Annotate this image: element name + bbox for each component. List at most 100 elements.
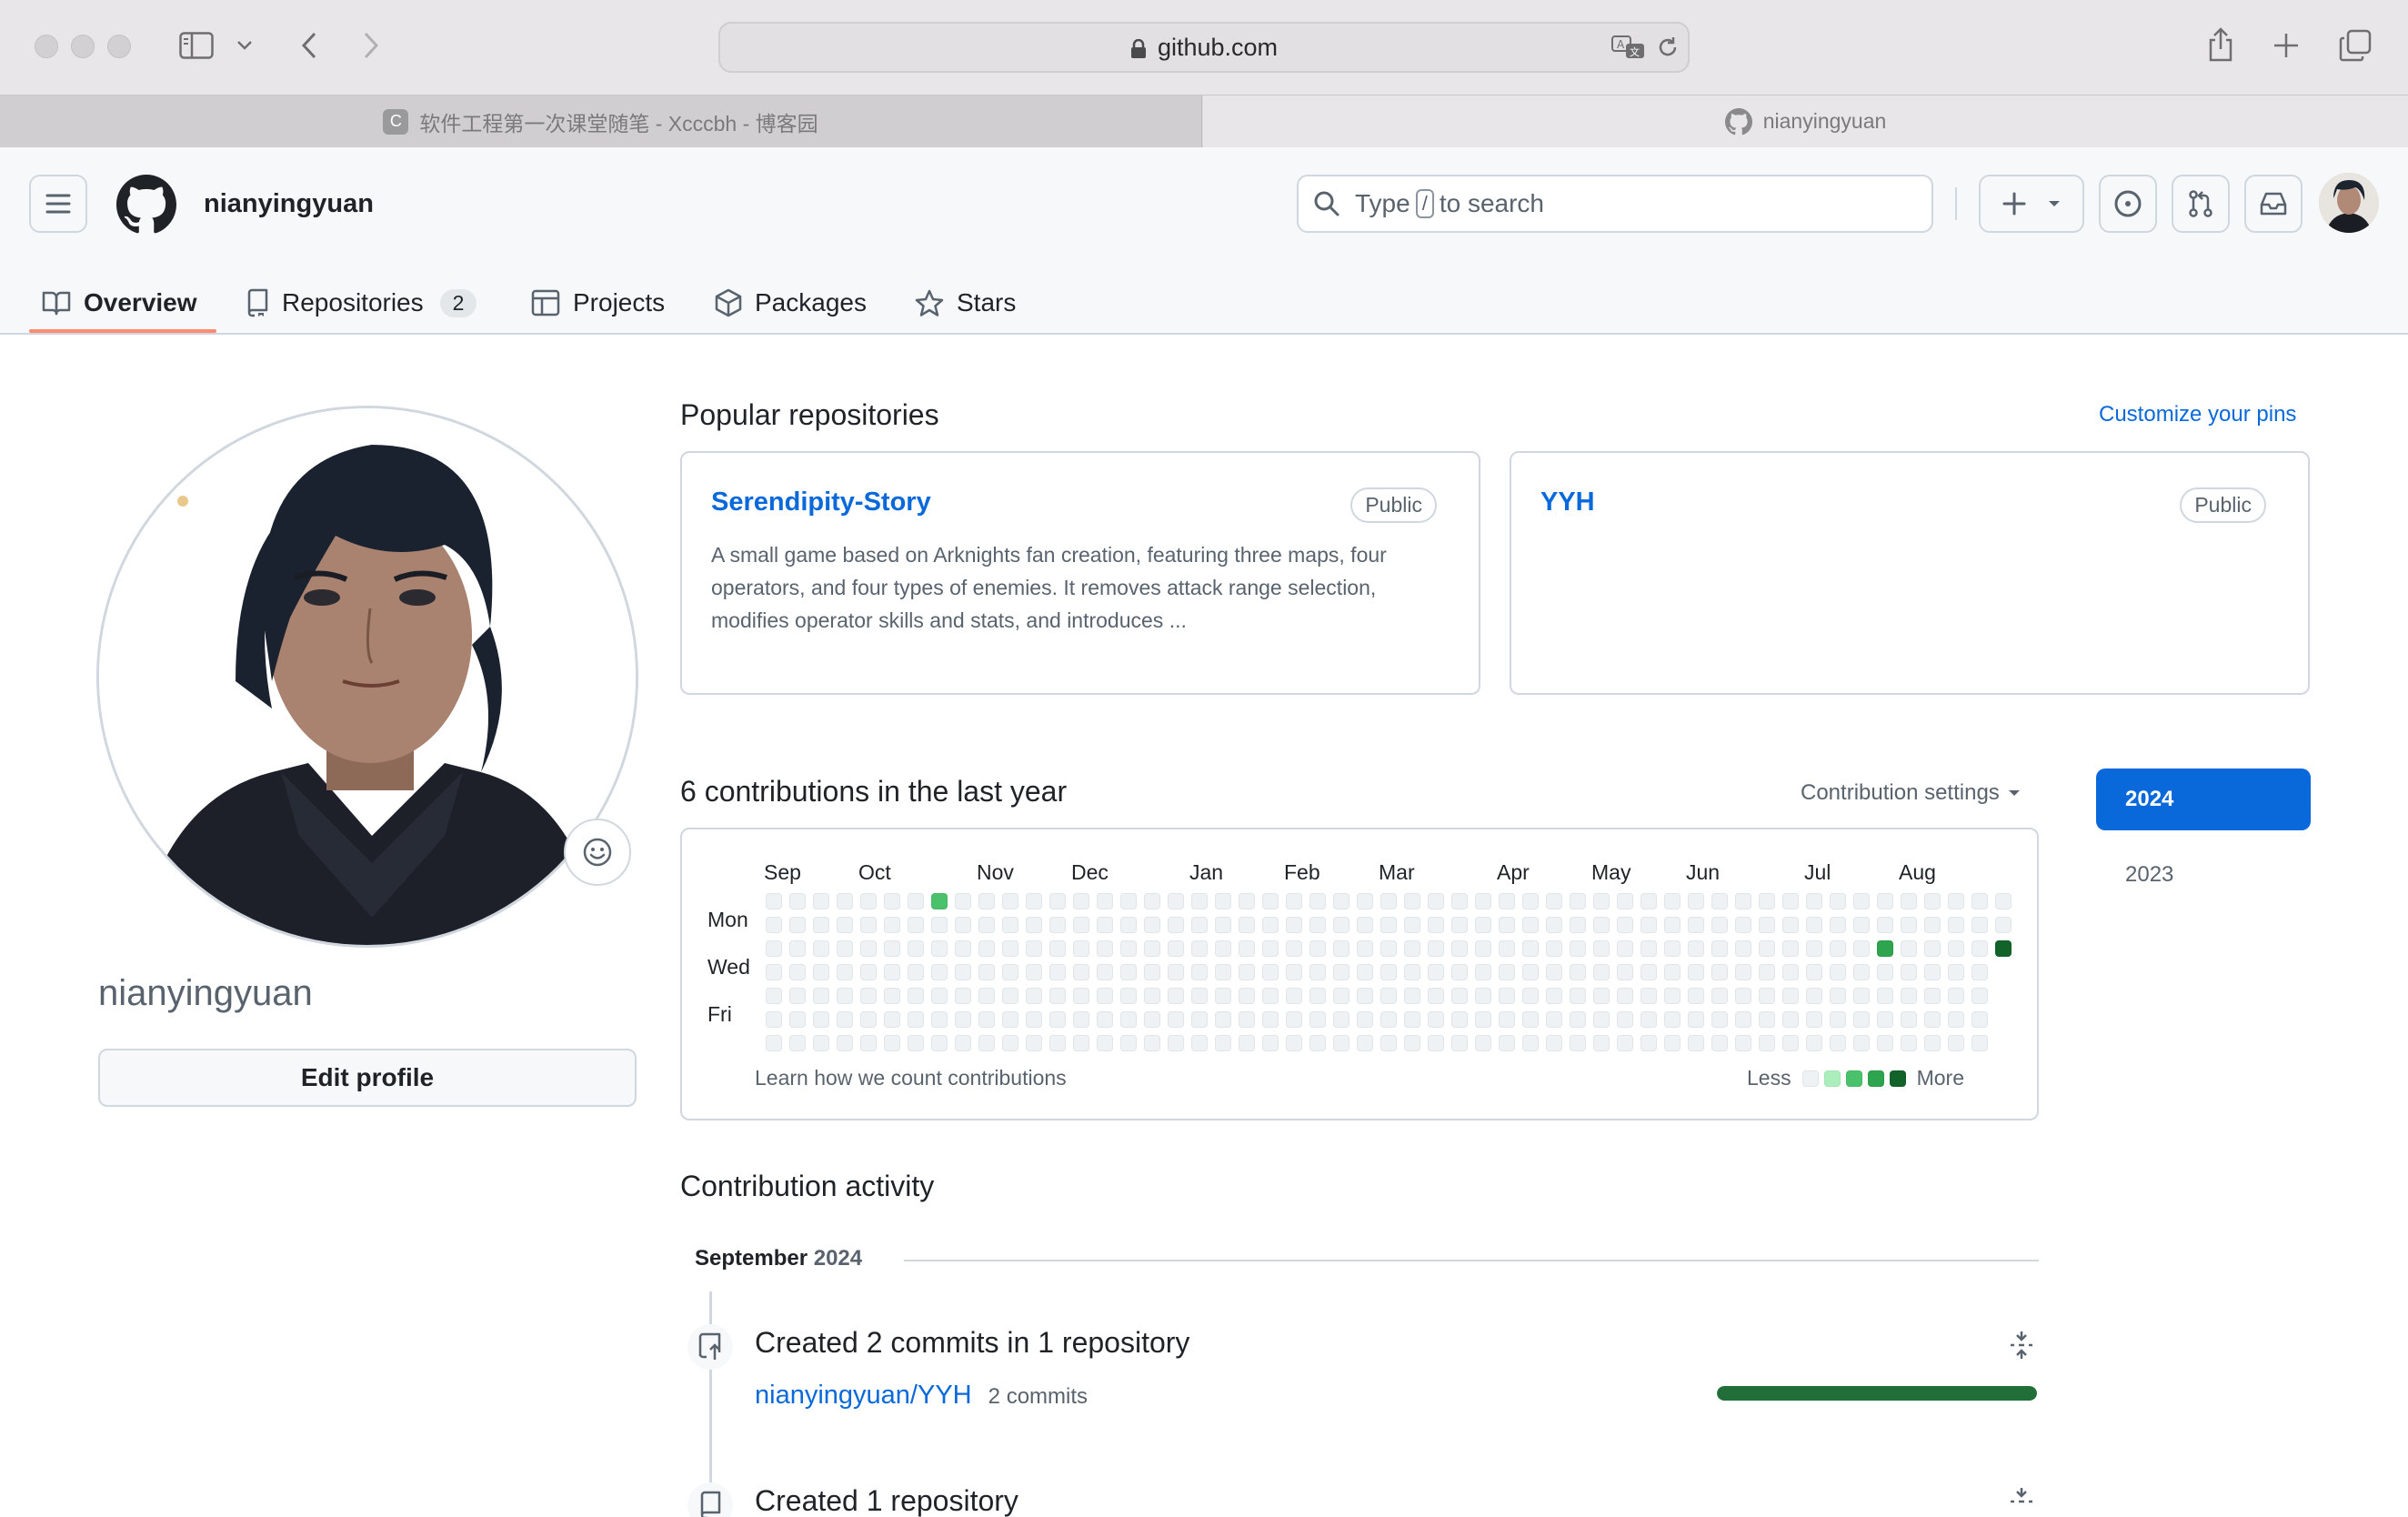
contribution-day-cell[interactable] bbox=[1830, 940, 1846, 957]
contribution-day-cell[interactable] bbox=[1239, 940, 1255, 957]
contribution-day-cell[interactable] bbox=[1688, 917, 1704, 933]
contribution-day-cell[interactable] bbox=[1593, 964, 1610, 980]
contribution-day-cell[interactable] bbox=[1451, 917, 1468, 933]
contribution-day-cell[interactable] bbox=[1168, 1011, 1184, 1028]
contribution-day-cell[interactable] bbox=[1097, 1035, 1113, 1051]
contribution-day-cell[interactable] bbox=[1120, 988, 1137, 1004]
contribution-day-cell[interactable] bbox=[1120, 1011, 1137, 1028]
contribution-day-cell[interactable] bbox=[1759, 964, 1775, 980]
contribution-day-cell[interactable] bbox=[837, 940, 853, 957]
contribution-day-cell[interactable] bbox=[1475, 964, 1491, 980]
contribution-day-cell[interactable] bbox=[978, 917, 995, 933]
contribution-day-cell[interactable] bbox=[1546, 988, 1562, 1004]
contribution-day-cell[interactable] bbox=[1499, 917, 1515, 933]
address-bar[interactable]: github.com bbox=[718, 22, 1690, 73]
contribution-day-cell[interactable] bbox=[1806, 917, 1822, 933]
contribution-day-cell[interactable] bbox=[813, 1011, 829, 1028]
contribution-day-cell[interactable] bbox=[908, 1011, 924, 1028]
contribution-day-cell[interactable] bbox=[1380, 988, 1397, 1004]
contribution-day-cell[interactable] bbox=[1404, 1011, 1420, 1028]
tab-github[interactable]: nianyingyuan bbox=[1203, 95, 2408, 147]
contribution-day-cell[interactable] bbox=[1049, 893, 1066, 909]
contribution-day-cell[interactable] bbox=[1404, 917, 1420, 933]
contribution-day-cell[interactable] bbox=[1711, 964, 1728, 980]
contribution-day-cell[interactable] bbox=[1617, 893, 1633, 909]
contribution-day-cell[interactable] bbox=[1948, 964, 1964, 980]
tab-overview-icon[interactable] bbox=[2337, 27, 2373, 64]
contribution-day-cell[interactable] bbox=[1688, 940, 1704, 957]
contribution-day-cell[interactable] bbox=[1120, 917, 1137, 933]
contribution-day-cell[interactable] bbox=[1428, 940, 1444, 957]
contribution-day-cell[interactable] bbox=[813, 1035, 829, 1051]
contribution-day-cell[interactable] bbox=[1853, 917, 1870, 933]
contribution-day-cell[interactable] bbox=[1168, 988, 1184, 1004]
contribution-day-cell[interactable] bbox=[1380, 893, 1397, 909]
contribution-day-cell[interactable] bbox=[1191, 1035, 1208, 1051]
contribution-day-cell[interactable] bbox=[1073, 1011, 1089, 1028]
share-icon[interactable] bbox=[2204, 25, 2237, 64]
contribution-day-cell[interactable] bbox=[1191, 940, 1208, 957]
contribution-day-cell[interactable] bbox=[931, 988, 948, 1004]
contribution-day-cell[interactable] bbox=[1428, 988, 1444, 1004]
contribution-day-cell[interactable] bbox=[766, 964, 782, 980]
contribution-day-cell[interactable] bbox=[1924, 964, 1941, 980]
contribution-day-cell[interactable] bbox=[1239, 1035, 1255, 1051]
contribution-day-cell[interactable] bbox=[1286, 1035, 1302, 1051]
contribution-day-cell[interactable] bbox=[1475, 940, 1491, 957]
contribution-day-cell[interactable] bbox=[1972, 893, 1988, 909]
contribution-day-cell[interactable] bbox=[1877, 964, 1893, 980]
contribution-day-cell[interactable] bbox=[1002, 917, 1018, 933]
contribution-day-cell[interactable] bbox=[1049, 964, 1066, 980]
contribution-day-cell[interactable] bbox=[978, 940, 995, 957]
contribution-day-cell[interactable] bbox=[1262, 940, 1279, 957]
contribution-day-cell[interactable] bbox=[1522, 893, 1539, 909]
contribution-day-cell[interactable] bbox=[1404, 988, 1420, 1004]
contribution-day-cell[interactable] bbox=[1806, 964, 1822, 980]
github-logo-icon[interactable] bbox=[116, 175, 176, 235]
contribution-day-cell[interactable] bbox=[1191, 917, 1208, 933]
year-2024-button[interactable]: 2024 bbox=[2096, 769, 2311, 830]
contribution-day-cell[interactable] bbox=[931, 1035, 948, 1051]
learn-contributions-link[interactable]: Learn how we count contributions bbox=[755, 1066, 1067, 1090]
contribution-day-cell[interactable] bbox=[789, 1035, 806, 1051]
contribution-day-cell[interactable] bbox=[837, 893, 853, 909]
contribution-day-cell[interactable] bbox=[813, 917, 829, 933]
contribution-day-cell[interactable] bbox=[1168, 917, 1184, 933]
contribution-day-cell[interactable] bbox=[1546, 1011, 1562, 1028]
contribution-day-cell[interactable] bbox=[1002, 893, 1018, 909]
contribution-day-cell[interactable] bbox=[1002, 964, 1018, 980]
contribution-day-cell[interactable] bbox=[1711, 1035, 1728, 1051]
contribution-day-cell[interactable] bbox=[1972, 940, 1988, 957]
contribution-day-cell[interactable] bbox=[1073, 917, 1089, 933]
contribution-day-cell[interactable] bbox=[1640, 917, 1657, 933]
contribution-day-cell[interactable] bbox=[1593, 1011, 1610, 1028]
contribution-day-cell[interactable] bbox=[813, 893, 829, 909]
contribution-day-cell[interactable] bbox=[1901, 1035, 1917, 1051]
contribution-day-cell[interactable] bbox=[1215, 940, 1231, 957]
edit-profile-button[interactable]: Edit profile bbox=[98, 1049, 637, 1107]
contribution-day-cell[interactable] bbox=[1097, 988, 1113, 1004]
contribution-day-cell[interactable] bbox=[1688, 1035, 1704, 1051]
contribution-day-cell[interactable] bbox=[1286, 964, 1302, 980]
contribution-day-cell[interactable] bbox=[1782, 917, 1799, 933]
contribution-day-cell[interactable] bbox=[955, 893, 971, 909]
contribution-day-cell[interactable] bbox=[1711, 893, 1728, 909]
contribution-day-cell[interactable] bbox=[1711, 988, 1728, 1004]
contribution-day-cell[interactable] bbox=[1333, 964, 1349, 980]
contribution-day-cell[interactable] bbox=[1191, 964, 1208, 980]
contribution-day-cell[interactable] bbox=[1380, 1035, 1397, 1051]
contribution-day-cell[interactable] bbox=[1286, 988, 1302, 1004]
collapse-icon[interactable] bbox=[2008, 1330, 2035, 1361]
contribution-day-cell[interactable] bbox=[884, 893, 900, 909]
contribution-day-cell[interactable] bbox=[1191, 1011, 1208, 1028]
contribution-day-cell[interactable] bbox=[1144, 988, 1160, 1004]
contribution-day-cell[interactable] bbox=[1617, 940, 1633, 957]
contribution-day-cell[interactable] bbox=[1404, 940, 1420, 957]
contribution-day-cell[interactable] bbox=[1026, 964, 1042, 980]
contribution-day-cell[interactable] bbox=[1144, 964, 1160, 980]
contribution-day-cell[interactable] bbox=[1357, 964, 1373, 980]
contribution-day-cell[interactable] bbox=[1499, 940, 1515, 957]
contribution-day-cell[interactable] bbox=[1144, 940, 1160, 957]
contribution-day-cell[interactable] bbox=[1995, 917, 2012, 933]
contribution-day-cell[interactable] bbox=[789, 1011, 806, 1028]
